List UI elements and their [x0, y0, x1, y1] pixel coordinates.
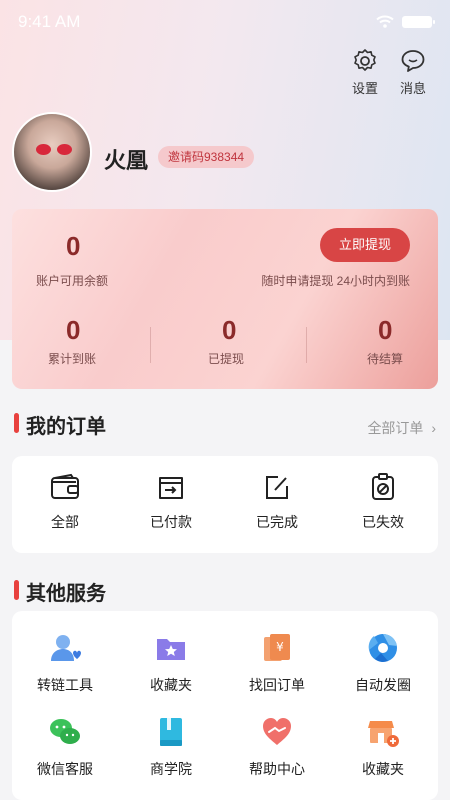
order-paid-label: 已付款: [150, 514, 192, 530]
svg-text:¥: ¥: [276, 640, 284, 654]
withdraw-button[interactable]: 立即提现: [320, 228, 410, 262]
service-favorites-store[interactable]: 收藏夹: [330, 715, 436, 779]
service-wechat-support[interactable]: 微信客服: [12, 715, 118, 779]
order-paid[interactable]: 已付款: [118, 472, 224, 532]
wallet-icon: [51, 473, 79, 499]
star-folder-icon: [157, 639, 185, 660]
service-business-school-label: 商学院: [150, 761, 192, 777]
store-add-icon: [368, 721, 399, 747]
service-wechat-support-label: 微信客服: [37, 761, 93, 777]
stat-label-total: 累计到账: [48, 352, 97, 366]
book-icon: [160, 718, 182, 746]
message-bubble-icon: [401, 50, 425, 72]
service-favorites[interactable]: 收藏夹: [118, 631, 224, 695]
order-all-label: 全部: [51, 514, 79, 530]
user-heart-icon: [51, 635, 81, 661]
wifi-icon: [376, 15, 394, 28]
service-link-tool[interactable]: 转链工具: [12, 631, 118, 695]
wallet-card: 0 账户可用余额 立即提现 随时申请提现 24小时内到账 0 累计到账 0 已提…: [12, 209, 438, 389]
order-invalid[interactable]: 已失效: [330, 472, 436, 532]
orders-section-title: 我的订单: [14, 410, 106, 439]
service-auto-post-label: 自动发圈: [355, 677, 411, 693]
services-panel: 转链工具 收藏夹 ¥ 找回订单 自动发圈 微信客服 商学院 帮助中心 收藏夹: [12, 611, 438, 800]
order-completed-label: 已完成: [256, 514, 298, 530]
chevron-right-icon: ›: [431, 420, 436, 436]
edit-square-icon: [266, 476, 288, 499]
gear-icon: [354, 49, 376, 71]
service-link-tool-label: 转链工具: [37, 677, 93, 693]
stat-value-total: 0: [66, 315, 81, 345]
service-auto-post[interactable]: 自动发圈: [330, 631, 436, 695]
orders-panel: 全部 已付款 已完成 已失效: [12, 456, 438, 553]
wechat-icon: [50, 719, 80, 744]
order-invalid-label: 已失效: [362, 514, 404, 530]
settings-button[interactable]: 设置: [345, 48, 385, 97]
withdraw-note: 随时申请提现 24小时内到账: [261, 274, 410, 288]
receipt-yen-icon: ¥: [264, 634, 290, 661]
stat-label-withdrawn: 已提现: [208, 352, 245, 366]
divider: [306, 327, 307, 363]
service-help-center-label: 帮助中心: [249, 761, 305, 777]
handshake-heart-icon: [263, 718, 291, 745]
service-recover-order-label: 找回订单: [249, 677, 305, 693]
battery-icon: [402, 15, 435, 28]
status-time: 9:41 AM: [18, 12, 81, 31]
divider: [150, 327, 151, 363]
status-bar: 9:41 AM: [18, 12, 435, 34]
service-favorites-label: 收藏夹: [150, 677, 192, 693]
order-all[interactable]: 全部: [12, 472, 118, 532]
all-orders-link[interactable]: 全部订单 ›: [367, 418, 436, 438]
all-orders-label: 全部订单: [367, 420, 424, 436]
messages-label: 消息: [399, 81, 426, 96]
clipboard-ban-icon: [372, 473, 394, 500]
paid-card-icon: [159, 477, 183, 499]
service-favorites-store-label: 收藏夹: [362, 761, 404, 777]
balance-value: 0: [66, 231, 81, 261]
avatar[interactable]: [12, 112, 92, 192]
username: 火凰: [104, 148, 149, 173]
order-completed[interactable]: 已完成: [224, 472, 330, 532]
services-section-title: 其他服务: [14, 577, 106, 606]
messages-button[interactable]: 消息: [393, 48, 433, 97]
stat-label-pending: 待结算: [367, 352, 404, 366]
service-recover-order[interactable]: ¥ 找回订单: [224, 631, 330, 695]
service-help-center[interactable]: 帮助中心: [224, 715, 330, 779]
invite-code-badge[interactable]: 邀请码938344: [158, 146, 255, 168]
service-business-school[interactable]: 商学院: [118, 715, 224, 779]
avatar-photo: [36, 144, 74, 156]
balance-label: 账户可用余额: [36, 274, 109, 288]
settings-label: 设置: [351, 81, 378, 96]
stat-value-withdrawn: 0: [222, 315, 237, 345]
stat-value-pending: 0: [378, 315, 393, 345]
aperture-icon: [368, 633, 397, 662]
